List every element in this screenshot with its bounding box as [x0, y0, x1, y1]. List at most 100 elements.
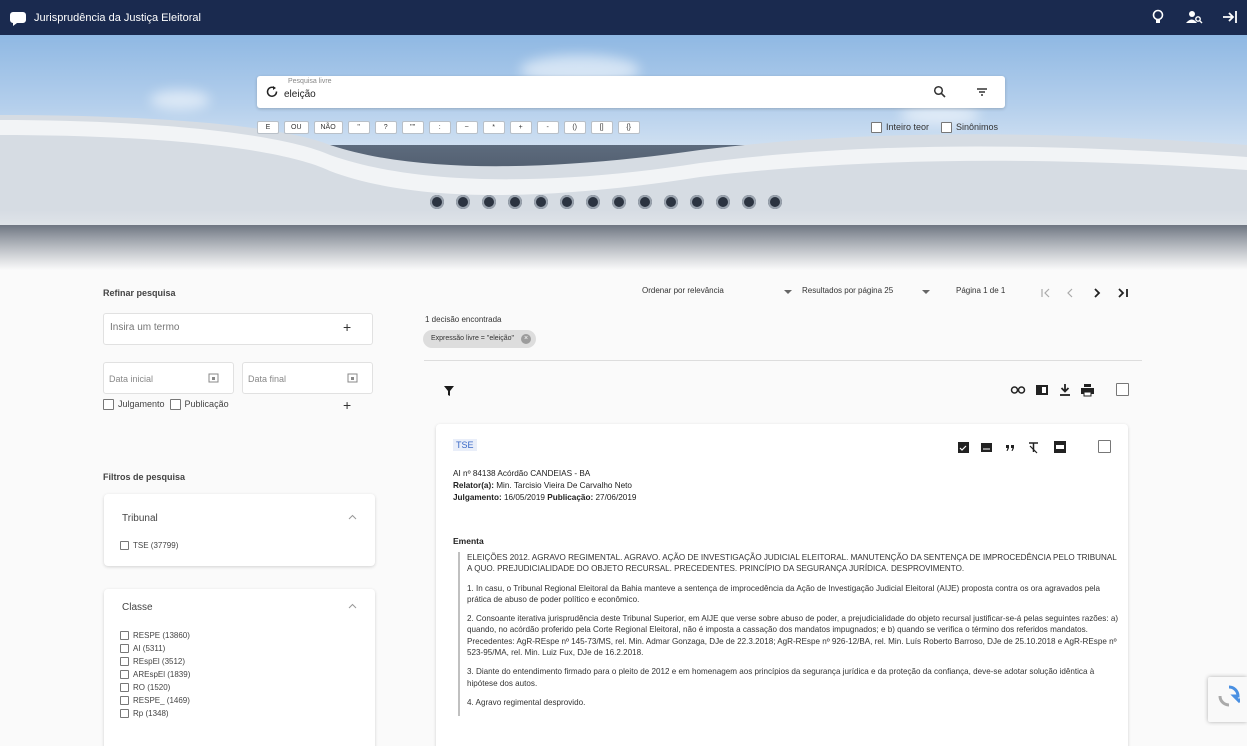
last-page-icon[interactable]: [1116, 287, 1130, 299]
sinonimos-checkbox[interactable]: [941, 122, 953, 134]
print-icon[interactable]: [1080, 383, 1095, 397]
date-start-field[interactable]: Data inicial: [103, 362, 234, 394]
select-all-checkbox[interactable]: [1116, 383, 1129, 396]
classe-filter-item[interactable]: RO (1520): [120, 683, 170, 693]
classe-checkbox[interactable]: [120, 670, 129, 680]
classe-checkbox[interactable]: [120, 644, 129, 654]
classe-filter-item[interactable]: Rp (1348): [120, 709, 169, 719]
operator-button[interactable]: ~: [455, 121, 478, 134]
tribunal-item-label: TSE (37799): [133, 541, 179, 550]
inteiro-teor-option[interactable]: Inteiro teor: [871, 122, 929, 134]
classe-checkbox[interactable]: [120, 631, 129, 641]
sinonimos-option[interactable]: Sinônimos: [941, 122, 998, 134]
julgamento-date: 16/05/2019: [503, 493, 545, 502]
classe-filter-item[interactable]: REspEl (3512): [120, 657, 186, 667]
operator-button[interactable]: +: [509, 121, 532, 134]
tribunal-tag[interactable]: TSE: [453, 439, 477, 451]
operator-button[interactable]: ": [347, 121, 370, 134]
active-filter-chip[interactable]: Expressão livre = "eleição" ×: [423, 330, 536, 348]
pdf-icon[interactable]: [1053, 440, 1067, 454]
ementa-title: Ementa: [453, 536, 484, 546]
operator-button[interactable]: {}: [617, 121, 640, 134]
recaptcha-badge[interactable]: [1208, 677, 1247, 722]
document-view-icon[interactable]: [980, 441, 993, 454]
result-identifier[interactable]: AI nº 84138 Acórdão CANDEIAS - BA: [453, 469, 590, 478]
lightbulb-icon[interactable]: [1149, 8, 1167, 26]
result-checkbox[interactable]: [1098, 440, 1111, 453]
classe-filter-item[interactable]: AI (5311): [120, 644, 165, 654]
calendar-icon[interactable]: [347, 372, 358, 383]
classe-checkbox[interactable]: [120, 683, 129, 693]
classe-filter-title[interactable]: Classe: [122, 602, 153, 613]
add-term-button[interactable]: +: [343, 319, 351, 335]
classe-filter-item[interactable]: RESPE (13860): [120, 631, 190, 641]
operator-button[interactable]: :: [428, 121, 451, 134]
tribunal-checkbox[interactable]: [120, 541, 129, 551]
user-search-icon[interactable]: [1185, 8, 1203, 26]
next-page-icon[interactable]: [1091, 287, 1103, 299]
operator-button[interactable]: (): [563, 121, 586, 134]
funnel-icon[interactable]: [443, 385, 455, 397]
refine-term-input[interactable]: [110, 322, 330, 333]
order-value: relevância: [687, 286, 724, 295]
classe-item-label: RESPE_ (1469): [133, 696, 190, 705]
publicacao-date: 27/06/2019: [595, 493, 637, 502]
link-icon[interactable]: [1010, 383, 1026, 397]
logout-icon[interactable]: [1221, 8, 1239, 26]
topbar-actions: [1149, 8, 1239, 26]
classe-filter-item[interactable]: AREspEl (1839): [120, 670, 190, 680]
operator-button[interactable]: OU: [284, 121, 309, 134]
operator-button[interactable]: "": [401, 121, 424, 134]
operator-button[interactable]: NÃO: [313, 121, 343, 134]
refresh-icon[interactable]: [265, 85, 279, 99]
date-start-label: Data inicial: [109, 374, 154, 384]
add-date-button[interactable]: +: [343, 397, 351, 413]
clear-format-icon[interactable]: [1027, 441, 1040, 454]
publicacao-checkbox[interactable]: [169, 399, 181, 411]
publicacao-option[interactable]: Publicação: [169, 399, 229, 411]
close-icon[interactable]: ×: [520, 334, 531, 344]
dropdown-arrow-icon[interactable]: [922, 289, 930, 295]
inteiro-teor-checkbox[interactable]: [871, 122, 882, 134]
date-end-label: Data final: [248, 374, 287, 384]
julgamento-checkbox[interactable]: [103, 399, 114, 411]
operator-button[interactable]: []: [590, 121, 613, 134]
view-panel-icon[interactable]: [1035, 383, 1049, 397]
operator-button[interactable]: ?: [374, 121, 397, 134]
chevron-up-icon[interactable]: [348, 602, 357, 611]
first-page-icon[interactable]: [1040, 287, 1052, 299]
refine-term-field: [103, 313, 373, 345]
ementa-icon[interactable]: [957, 441, 970, 454]
download-icon[interactable]: [1058, 383, 1072, 397]
tribunal-filter-title[interactable]: Tribunal: [122, 513, 158, 524]
classe-checkbox[interactable]: [120, 696, 129, 706]
recaptcha-icon: [1218, 685, 1240, 707]
tribunal-filter-item[interactable]: TSE (37799): [120, 541, 179, 551]
classe-checkbox[interactable]: [120, 709, 129, 719]
dropdown-arrow-icon[interactable]: [784, 289, 792, 295]
quote-icon[interactable]: [1004, 441, 1017, 454]
filter-lines-icon[interactable]: [975, 85, 989, 99]
julgamento-label: Julgamento: [118, 399, 165, 409]
ementa-paragraph: 1. In casu, o Tribunal Regional Eleitora…: [467, 583, 1101, 604]
classe-filter-item[interactable]: RESPE_ (1469): [120, 696, 190, 706]
per-page-label: Resultados por página: [802, 286, 883, 295]
search-box: Pesquisa livre eleição: [257, 76, 1005, 108]
chevron-up-icon[interactable]: [348, 513, 357, 522]
classe-checkbox[interactable]: [120, 657, 129, 667]
date-end-field[interactable]: Data final: [242, 362, 373, 394]
operator-button[interactable]: -: [536, 121, 559, 134]
julgamento-option[interactable]: Julgamento: [103, 399, 165, 411]
sort-selector[interactable]: Ordenar por relevância: [642, 286, 724, 295]
app-title: Jurisprudência da Justiça Eleitoral: [34, 11, 201, 24]
previous-page-icon[interactable]: [1064, 287, 1076, 299]
julgamento-date-label: Julgamento:: [453, 493, 502, 502]
operator-button[interactable]: E: [257, 121, 279, 134]
search-icon[interactable]: [933, 85, 947, 99]
classe-filter-card: Classe RESPE (13860) AI (5311) REspEl (351…: [104, 589, 375, 746]
classe-item-label: REspEl (3512): [133, 657, 186, 666]
operator-button[interactable]: *: [482, 121, 505, 134]
search-input[interactable]: eleição: [284, 89, 316, 100]
calendar-icon[interactable]: [208, 372, 219, 383]
per-page-selector[interactable]: Resultados por página 25: [802, 286, 893, 295]
